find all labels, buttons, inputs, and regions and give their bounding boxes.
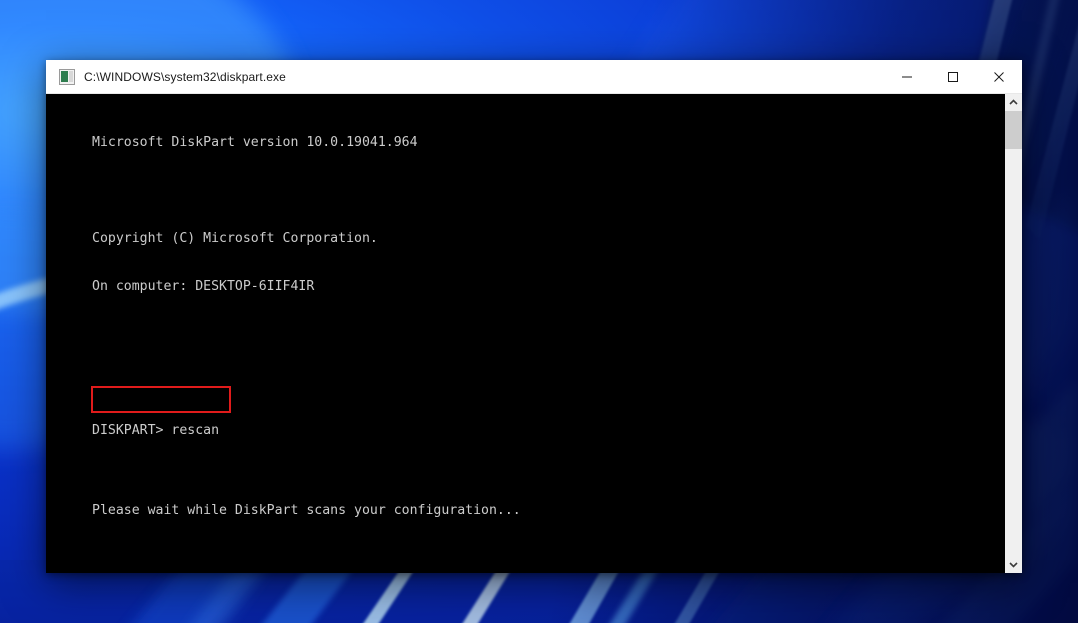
- scrollbar-track[interactable]: [1005, 111, 1022, 556]
- console-line: On computer: DESKTOP-6IIF4IR: [92, 279, 315, 294]
- maximize-button[interactable]: [930, 60, 976, 93]
- console-command-line: DISKPART> rescan: [92, 423, 220, 438]
- console-output[interactable]: Microsoft DiskPart version 10.0.19041.96…: [46, 94, 1004, 573]
- scrollbar-down-button[interactable]: [1005, 556, 1022, 573]
- window-titlebar[interactable]: C:\WINDOWS\system32\diskpart.exe: [46, 60, 1022, 94]
- diskpart-console-window: C:\WINDOWS\system32\diskpart.exe Microso…: [46, 60, 1022, 573]
- scrollbar-thumb[interactable]: [1005, 111, 1022, 149]
- rescan-command-row: DISKPART> rescan: [46, 386, 1004, 438]
- scrollbar-up-button[interactable]: [1005, 94, 1022, 111]
- minimize-icon: [902, 76, 912, 77]
- close-button[interactable]: [976, 60, 1022, 93]
- console-scrollbar[interactable]: [1004, 94, 1022, 573]
- window-title: C:\WINDOWS\system32\diskpart.exe: [84, 69, 286, 84]
- desktop: C:\WINDOWS\system32\diskpart.exe Microso…: [0, 0, 1078, 623]
- console-client-area: Microsoft DiskPart version 10.0.19041.96…: [46, 94, 1022, 573]
- console-line: Copyright (C) Microsoft Corporation.: [92, 231, 378, 246]
- console-icon: [59, 68, 75, 85]
- console-line: Please wait while DiskPart scans your co…: [92, 503, 521, 518]
- close-icon: [994, 71, 1004, 82]
- chevron-down-icon: [1009, 562, 1018, 568]
- rescan-command-highlight: [91, 386, 231, 413]
- console-line: Microsoft DiskPart version 10.0.19041.96…: [92, 135, 418, 150]
- window-controls: [884, 60, 1022, 93]
- maximize-icon: [948, 71, 958, 82]
- chevron-up-icon: [1009, 99, 1018, 105]
- minimize-button[interactable]: [884, 60, 930, 93]
